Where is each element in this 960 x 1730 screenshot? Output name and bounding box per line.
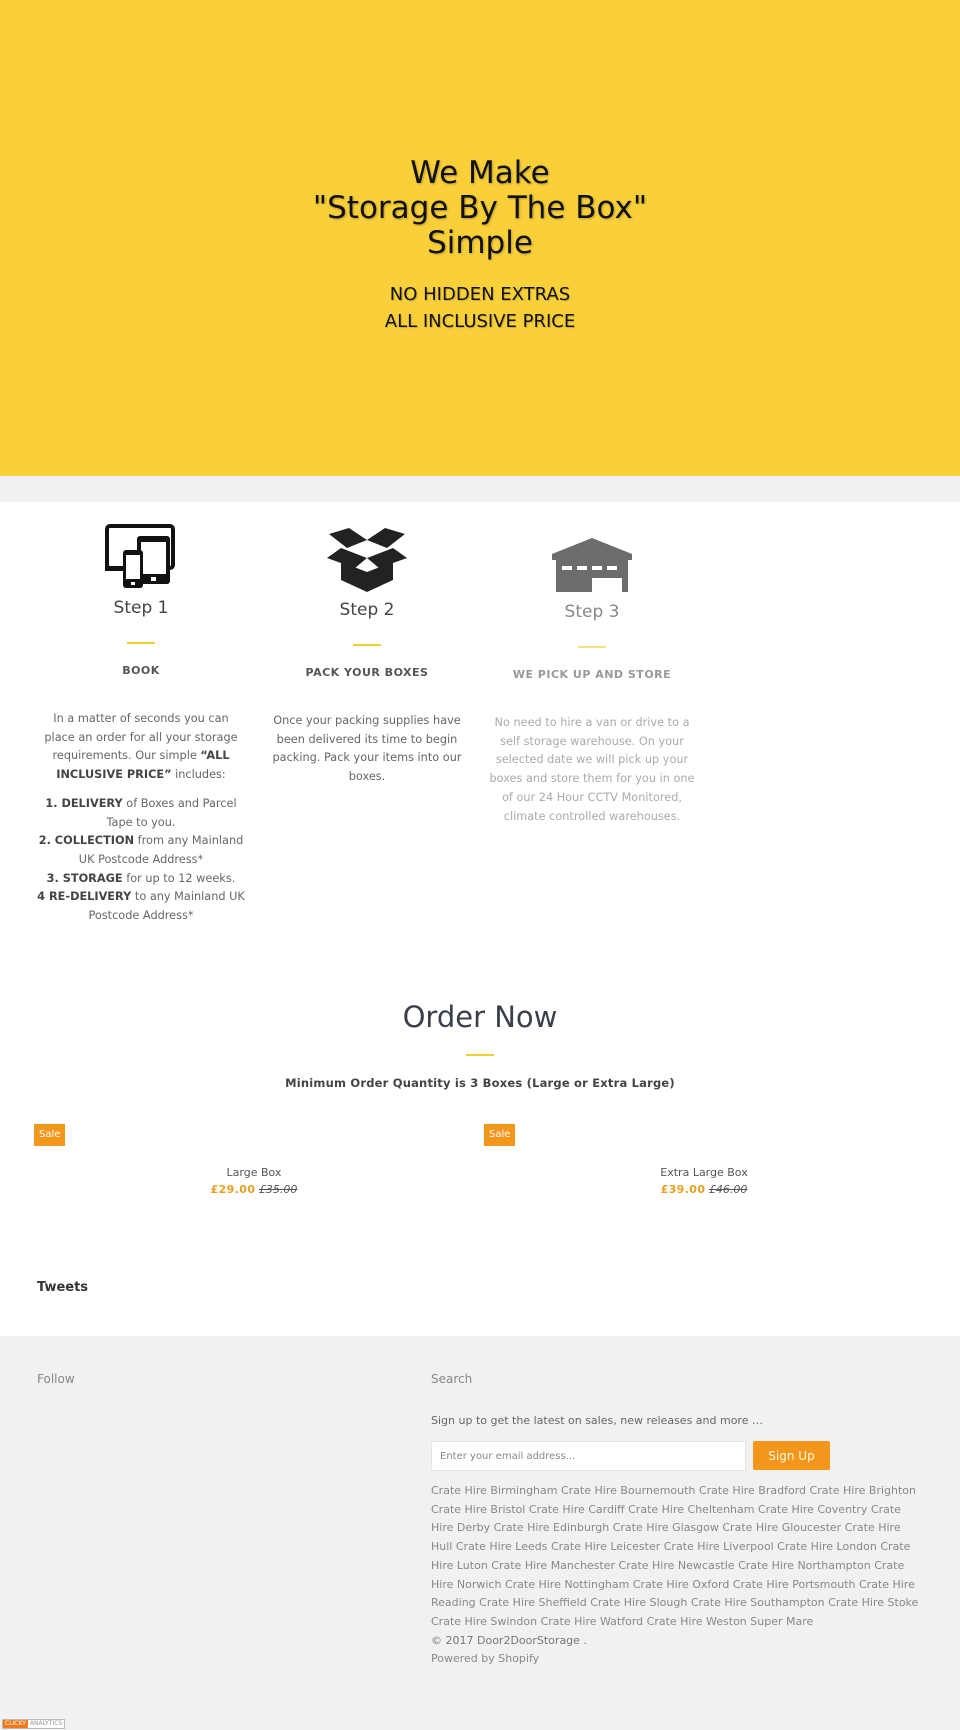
crate-hire-link[interactable]: Crate Hire Liverpool [664,1540,774,1553]
title-underline [127,642,155,644]
sale-price: £29.00 [210,1183,256,1196]
hero-title: We Make "Storage By The Box" Simple [0,156,960,261]
crate-hire-link[interactable]: Crate Hire Coventry [758,1503,867,1516]
list-item-label: 2. COLLECTION [38,834,135,848]
crate-hire-links: Crate Hire Birmingham Crate Hire Bournem… [431,1482,923,1669]
compare-price: £35.00 [258,1183,298,1196]
product-price: £39.00 £46.00 [484,1183,924,1196]
tweets-heading: Tweets [37,1280,89,1295]
order-title: Order Now [402,1000,558,1034]
crate-hire-link[interactable]: Crate Hire Slough [590,1596,687,1609]
hero-subtitle-line: ALL INCLUSIVE PRICE [384,311,576,332]
crate-hire-link[interactable]: Crate Hire Leeds [456,1540,548,1553]
list-item: 2. COLLECTION from any Mainland UK Postc… [37,832,245,869]
step-title: Step 1 [113,598,169,618]
crate-hire-link[interactable]: Crate Hire Bristol [431,1503,525,1516]
devices-icon [105,524,175,588]
list-item-label: 1. DELIVERY [45,796,123,810]
crate-hire-link[interactable]: Crate Hire Weston Super Mare [647,1615,814,1628]
section-divider [0,476,960,502]
hero-title-line: We Make [410,155,550,191]
step-subtitle: PACK YOUR BOXES [305,666,429,679]
clicky-analytics-badge[interactable]: CLICKY ANALYTICS [2,1719,66,1729]
crate-hire-link[interactable]: Crate Hire Oxford [633,1578,729,1591]
follow-heading: Follow [37,1372,75,1386]
product-name[interactable]: Large Box [34,1166,474,1179]
list-item-text: for up to 12 weeks. [122,871,236,885]
powered-by-shopify-link[interactable]: Powered by Shopify [431,1650,923,1669]
hero-subtitle: NO HIDDEN EXTRAS ALL INCLUSIVE PRICE [0,281,960,335]
step-description: In a matter of seconds you can place an … [31,710,251,926]
footer: Follow Search Sign up to get the latest … [0,1336,960,1730]
product-name[interactable]: Extra Large Box [484,1166,924,1179]
clicky-logo-text: CLICKY [3,1720,28,1728]
crate-hire-link[interactable]: Crate Hire Bradford [699,1484,806,1497]
list-item-text: of Boxes and Parcel Tape to you. [106,796,237,829]
product-info: Extra Large Box £39.00 £46.00 [484,1166,924,1196]
order-section: Order Now Minimum Order Quantity is 3 Bo… [0,1000,960,1090]
step-3: Step 3 WE PICK UP AND STORE No need to h… [482,538,702,826]
crate-hire-link[interactable]: Crate Hire Birmingham [431,1484,557,1497]
list-item: 4 RE-DELIVERY to any Mainland UK Postcod… [37,888,245,925]
crate-hire-link[interactable]: Crate Hire Portsmouth [733,1578,856,1591]
hero-title-line: Simple [427,225,533,261]
crate-links-list: Crate Hire Birmingham Crate Hire Bournem… [431,1484,918,1628]
search-heading: Search [431,1372,473,1386]
crate-hire-link[interactable]: Crate Hire Glasgow [613,1521,719,1534]
step-title: Step 2 [339,600,395,620]
crate-hire-link[interactable]: Crate Hire Gloucester [722,1521,841,1534]
step-2: Step 2 PACK YOUR BOXES Once your packing… [257,528,477,787]
product-info: Large Box £29.00 £35.00 [34,1166,474,1196]
email-input[interactable] [431,1441,746,1471]
inclusions-list: 1. DELIVERY of Boxes and Parcel Tape to … [37,795,245,926]
crate-hire-link[interactable]: Crate Hire Brighton [810,1484,917,1497]
crate-hire-link[interactable]: Crate Hire London [777,1540,877,1553]
list-item: 1. DELIVERY of Boxes and Parcel Tape to … [37,795,245,832]
product-price: £29.00 £35.00 [34,1183,474,1196]
title-underline [466,1054,494,1056]
crate-hire-link[interactable]: Crate Hire Leicester [551,1540,660,1553]
copyright: © 2017 Door2DoorStorage . [431,1633,587,1647]
step-description: Once your packing supplies have been del… [272,714,462,784]
step-subtitle: WE PICK UP AND STORE [512,668,672,681]
step-title: Step 3 [564,602,620,622]
crate-hire-link[interactable]: Crate Hire Edinburgh [494,1521,610,1534]
list-item-label: 4 RE-DELIVERY [37,890,132,904]
crate-hire-link[interactable]: Crate Hire Cardiff [529,1503,625,1516]
list-item-label: 3. STORAGE [46,871,123,885]
hero-title-line: "Storage By The Box" [312,190,648,226]
sale-badge: Sale [484,1124,516,1146]
list-item: 3. STORAGE for up to 12 weeks. [37,870,245,889]
newsletter-text: Sign up to get the latest on sales, new … [431,1414,763,1427]
sign-up-button[interactable]: Sign Up [753,1441,830,1470]
open-box-icon [327,528,407,592]
crate-hire-link[interactable]: Crate Hire Watford [541,1615,644,1628]
crate-hire-link[interactable]: Crate Hire Swindon [431,1615,537,1628]
step-description: No need to hire a van or drive to a self… [489,716,695,823]
hero-subtitle-line: NO HIDDEN EXTRAS [389,284,571,305]
sale-price: £39.00 [660,1183,706,1196]
crate-hire-link[interactable]: Crate Hire Cheltenham [628,1503,754,1516]
clicky-analytics-text: ANALYTICS [29,1720,63,1727]
crate-hire-link[interactable]: Crate Hire Stoke [828,1596,918,1609]
crate-hire-link[interactable]: Crate Hire Southampton [691,1596,825,1609]
crate-hire-link[interactable]: Crate Hire Manchester [491,1559,615,1572]
minimum-order-note: Minimum Order Quantity is 3 Boxes (Large… [285,1076,675,1090]
step-intro: In a matter of seconds you can place an … [37,710,245,785]
crate-hire-link[interactable]: Crate Hire Newcastle [619,1559,735,1572]
hero-banner: We Make "Storage By The Box" Simple NO H… [0,0,960,476]
compare-price: £46.00 [708,1183,748,1196]
step-1: Step 1 BOOK In a matter of seconds you c… [31,524,251,926]
intro-text: includes: [171,768,226,782]
warehouse-icon [552,538,632,592]
crate-hire-link[interactable]: Crate Hire Nottingham [505,1578,629,1591]
title-underline [353,644,381,646]
sale-badge: Sale [34,1124,66,1146]
crate-hire-link[interactable]: Crate Hire Northampton [738,1559,871,1572]
crate-hire-link[interactable]: Crate Hire Bournemouth [561,1484,695,1497]
crate-hire-link[interactable]: Crate Hire Sheffield [479,1596,587,1609]
title-underline [578,646,606,648]
step-subtitle: BOOK [122,664,160,677]
